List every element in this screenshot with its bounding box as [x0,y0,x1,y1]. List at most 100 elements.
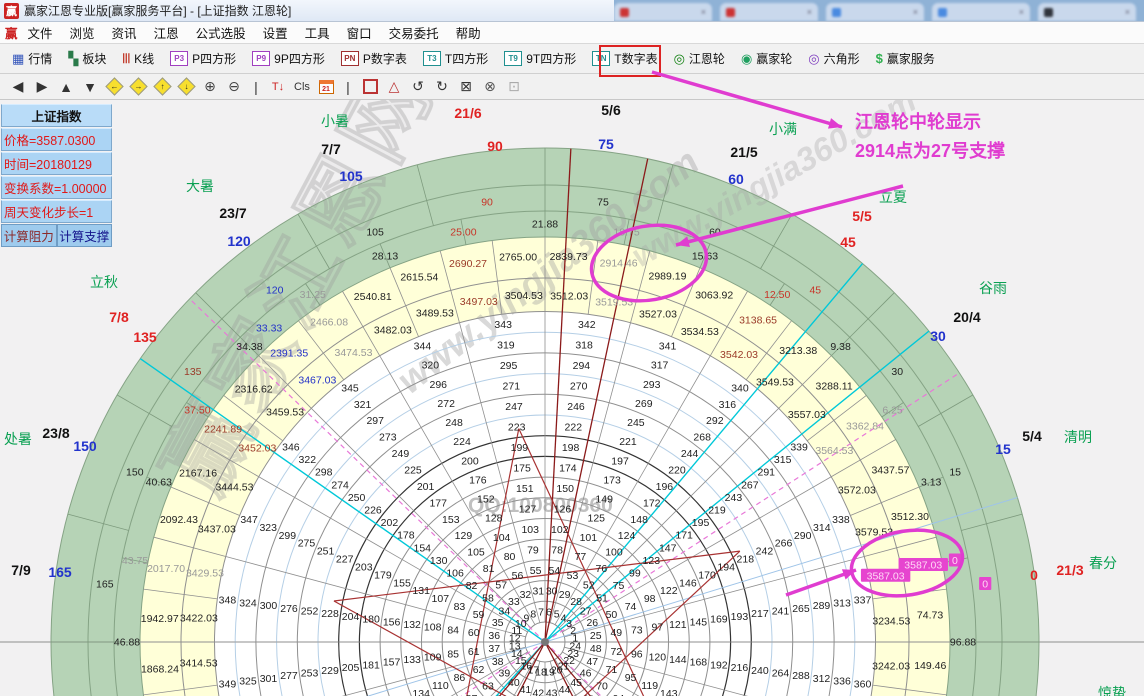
svg-text:143: 143 [660,688,678,696]
calc-support-button[interactable]: 计算支撑 [57,224,113,247]
forward-arrow-icon[interactable]: ▶ [34,78,50,95]
triangle-tool-icon[interactable]: △ [386,78,402,95]
pan-left-icon[interactable]: ← [106,80,122,93]
svg-text:201: 201 [417,481,435,493]
svg-text:78: 78 [551,545,563,557]
pan-up-icon[interactable]: ↑ [154,80,170,93]
browser-tab[interactable]: × [932,3,1030,21]
close-icon[interactable]: × [701,7,706,17]
toolbar-button-9P四方形[interactable]: P99P四方形 [249,48,328,69]
pan-down-icon[interactable]: ↓ [178,80,194,93]
svg-text:2241.89: 2241.89 [204,423,242,435]
rotate-ccw-icon[interactable]: ↺ [410,78,426,95]
toolbar-button-六角形[interactable]: ◎六角形 [805,48,862,69]
browser-tab[interactable]: × [826,3,924,21]
cls-button[interactable]: Cls [294,81,310,93]
svg-text:218: 218 [737,554,755,566]
toolbar-button-赢家服务[interactable]: $赢家服务 [873,48,938,69]
svg-text:34.38: 34.38 [236,341,262,353]
menu-item-交易委托[interactable]: 交易委托 [389,23,439,42]
svg-text:176: 176 [469,474,487,486]
calc-resistance-button[interactable]: 计算阻力 [1,224,57,247]
svg-text:21/3: 21/3 [1056,562,1083,578]
close-icon[interactable]: × [807,7,812,17]
svg-text:7/9: 7/9 [11,562,31,578]
svg-text:336: 336 [833,676,851,688]
zoom-in-icon[interactable]: ⊕ [202,78,218,95]
toolbar-button-K线[interactable]: ꔖK线 [119,48,157,69]
toolbar-button-P四方形[interactable]: P3P四方形 [167,48,239,69]
svg-text:338: 338 [832,514,850,526]
svg-text:56: 56 [512,570,524,582]
menu-item-设置[interactable]: 设置 [263,23,288,42]
close-icon[interactable]: × [1125,7,1130,17]
svg-text:301: 301 [260,673,278,685]
menu-item-帮助[interactable]: 帮助 [456,23,481,42]
close-icon[interactable]: × [913,7,918,17]
toolbar-button-板块[interactable]: ▚板块 [65,48,109,69]
zoom-out-icon[interactable]: ⊖ [226,78,242,95]
calendar-icon[interactable]: 21 [318,80,334,94]
svg-text:276: 276 [280,603,298,615]
svg-text:339: 339 [790,442,808,454]
menu-item-江恩[interactable]: 江恩 [154,23,179,42]
back-arrow-icon[interactable]: ◀ [10,78,26,95]
tab-favicon [1044,8,1053,17]
svg-text:314: 314 [813,522,831,534]
toolbar-button-T四方形[interactable]: T3T四方形 [420,48,491,69]
down-arrow-icon[interactable]: ▼ [82,79,98,95]
expand-icon[interactable]: ⊠ [458,78,474,95]
svg-text:20/4: 20/4 [953,309,980,325]
menu-item-文件[interactable]: 文件 [28,23,53,42]
svg-text:3512.30: 3512.30 [891,511,929,523]
svg-text:5/6: 5/6 [601,102,621,118]
shrink-icon[interactable]: ⊗ [482,78,498,95]
svg-text:28.13: 28.13 [372,250,398,262]
svg-text:37.50: 37.50 [184,404,210,416]
svg-text:59: 59 [473,609,485,621]
svg-text:3213.38: 3213.38 [779,345,817,357]
toolbar-button-行情[interactable]: ▦行情 [9,48,55,69]
p3-box-icon: P3 [170,51,188,66]
svg-text:165: 165 [96,579,114,591]
svg-text:249: 249 [392,448,410,460]
screen-icon[interactable]: ⊡ [506,78,522,95]
step-length-value: 周天变化步长=1 [1,200,112,223]
close-icon[interactable]: × [1019,7,1024,17]
svg-text:3234.53: 3234.53 [872,615,910,627]
svg-text:296: 296 [430,379,448,391]
toolbar-button-赢家轮[interactable]: ◉赢家轮 [738,48,795,69]
background-browser-tabs[interactable]: × × × × × [614,0,1144,21]
menu-item-公式选股[interactable]: 公式选股 [196,23,246,42]
tab-favicon [620,8,629,17]
svg-text:24: 24 [569,640,581,652]
toolbar-button-江恩轮[interactable]: ◎江恩轮 [671,48,728,69]
browser-tab[interactable]: × [1038,3,1136,21]
svg-text:273: 273 [379,432,397,444]
svg-text:1868.24: 1868.24 [141,663,179,675]
browser-tab[interactable]: × [614,3,712,21]
menu-item-窗口[interactable]: 窗口 [347,23,372,42]
sort-icon[interactable]: T↓ [270,81,286,93]
menu-logo-icon: 赢 [5,23,18,42]
up-arrow-icon[interactable]: ▲ [58,79,74,95]
rotate-cw-icon[interactable]: ↻ [434,78,450,95]
svg-text:165: 165 [48,564,72,580]
pan-right-icon[interactable]: → [130,80,146,93]
square-tool-icon[interactable] [362,79,378,94]
svg-text:4: 4 [561,612,567,624]
svg-text:83: 83 [454,601,466,613]
menu-item-资讯[interactable]: 资讯 [112,23,137,42]
svg-text:55: 55 [530,565,542,577]
svg-text:3429.53: 3429.53 [186,567,224,579]
toolbar-button-9T四方形[interactable]: T99T四方形 [501,48,579,69]
toolbar-button-T数字表[interactable]: TNT数字表 [589,48,660,69]
browser-tab[interactable]: × [720,3,818,21]
toolbar-button-P数字表[interactable]: PNP数字表 [338,48,410,69]
svg-text:194: 194 [717,561,735,573]
svg-text:175: 175 [513,463,531,475]
menu-item-浏览[interactable]: 浏览 [70,23,95,42]
menu-item-工具[interactable]: 工具 [305,23,330,42]
svg-text:147: 147 [659,542,677,554]
svg-text:200: 200 [461,455,479,467]
